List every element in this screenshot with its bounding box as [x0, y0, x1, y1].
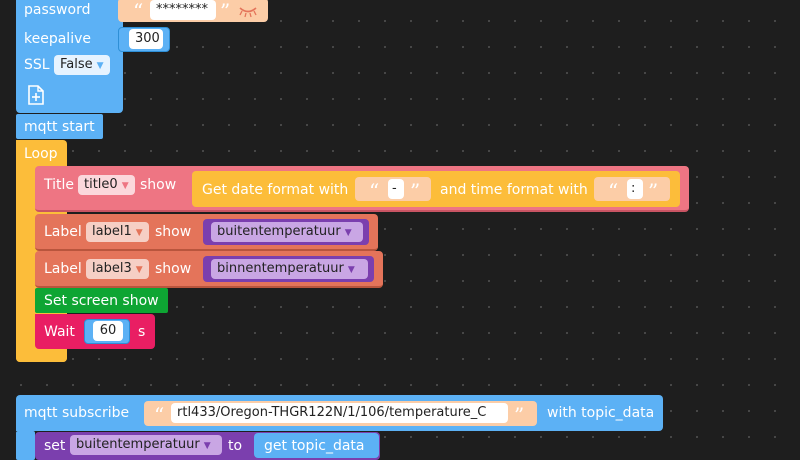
- ssl-value: False: [60, 57, 93, 72]
- password-field[interactable]: ********: [150, 0, 216, 20]
- set-variable-value: buitentemperatuur: [76, 437, 200, 452]
- binnentemperatuur-value: binnentemperatuur: [217, 261, 344, 276]
- wait-unit-label: s: [138, 324, 146, 340]
- label1-target-dropdown[interactable]: label1 ▼: [86, 222, 149, 242]
- dropdown-arrow-icon: ▼: [203, 441, 211, 451]
- close-quote-icon: ”: [410, 179, 421, 203]
- close-quote-icon: ”: [220, 0, 231, 23]
- set-variable-dropdown[interactable]: buitentemperatuur ▼: [70, 435, 222, 455]
- date-format-label: Get date format with: [202, 182, 349, 198]
- open-quote-icon: “: [608, 179, 619, 203]
- hidden-eye-icon[interactable]: [238, 4, 258, 18]
- label1-show-label: show: [155, 224, 192, 240]
- title-prefix: Title: [44, 177, 75, 193]
- set-label: set: [44, 438, 66, 454]
- with-topic-data-label: with topic_data: [547, 405, 655, 421]
- get-topic-data-label: get topic_data: [264, 438, 365, 454]
- dropdown-arrow-icon: ▼: [347, 265, 355, 275]
- label3-target-value: label3: [92, 261, 132, 276]
- dropdown-arrow-icon: ▼: [96, 61, 104, 71]
- binnentemperatuur-dropdown[interactable]: binnentemperatuur ▼: [211, 259, 368, 279]
- title-target-dropdown[interactable]: title0 ▼: [78, 175, 135, 195]
- ssl-label: SSL: [24, 57, 50, 73]
- set-screen-show-label: Set screen show: [44, 293, 159, 309]
- mqtt-subscribe-label: mqtt subscribe: [24, 405, 130, 421]
- topic-input[interactable]: rtl433/Oregon-THGR122N/1/106/temperature…: [171, 403, 508, 423]
- close-quote-icon: ”: [514, 403, 525, 427]
- buitentemperatuur-value: buitentemperatuur: [217, 224, 341, 239]
- dropdown-arrow-icon: ▼: [135, 265, 143, 275]
- close-quote-icon: ”: [648, 179, 659, 203]
- wait-label: Wait: [44, 324, 75, 340]
- password-label: password: [24, 2, 91, 18]
- ssl-dropdown[interactable]: False ▼: [54, 55, 110, 75]
- label3-show-label: show: [155, 261, 192, 277]
- open-quote-icon: “: [369, 179, 380, 203]
- mqtt-start-label: mqtt start: [24, 119, 95, 135]
- to-label: to: [228, 438, 243, 454]
- dropdown-arrow-icon: ▼: [344, 228, 352, 238]
- title-show-label: show: [140, 177, 177, 193]
- open-quote-icon: “: [133, 0, 144, 23]
- label1-target-value: label1: [92, 224, 132, 239]
- dropdown-arrow-icon: ▼: [121, 181, 129, 191]
- wait-seconds-input[interactable]: 60: [93, 321, 123, 341]
- keepalive-label: keepalive: [24, 31, 91, 47]
- dropdown-arrow-icon: ▼: [135, 228, 143, 238]
- title-target-value: title0: [84, 177, 118, 192]
- date-separator-input[interactable]: -: [388, 179, 404, 199]
- time-format-label: and time format with: [440, 182, 588, 198]
- buitentemperatuur-dropdown[interactable]: buitentemperatuur ▼: [211, 222, 363, 242]
- add-file-icon[interactable]: [27, 85, 45, 105]
- loop-block-bottom: [16, 349, 67, 362]
- keepalive-input[interactable]: 300: [129, 29, 163, 49]
- label3-target-dropdown[interactable]: label3 ▼: [86, 259, 149, 279]
- label3-prefix: Label: [44, 261, 82, 277]
- loop-label: Loop: [24, 146, 58, 162]
- label1-prefix: Label: [44, 224, 82, 240]
- mqtt-subscribe-body: [16, 431, 35, 460]
- time-separator-input[interactable]: :: [627, 179, 643, 199]
- open-quote-icon: “: [154, 403, 165, 427]
